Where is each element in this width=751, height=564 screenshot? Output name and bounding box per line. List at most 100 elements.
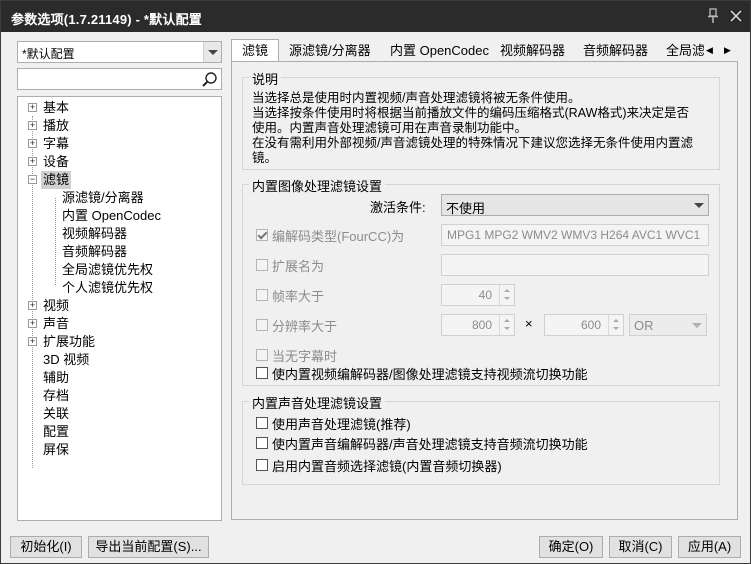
tree-item-label: 播放 — [43, 118, 70, 133]
export-config-button[interactable]: 导出当前配置(S)... — [88, 536, 209, 558]
tree-guide — [32, 116, 33, 468]
tree-item-label: 内置 OpenCodec — [62, 208, 161, 223]
framerate-label: 帧率大于 — [272, 289, 325, 304]
tree-item-label: 设备 — [43, 154, 70, 169]
search-input[interactable] — [17, 68, 222, 90]
activation-select[interactable]: 不使用 — [441, 194, 709, 216]
resolution-checkbox[interactable] — [256, 319, 268, 331]
cancel-button[interactable]: 取消(C) — [609, 536, 672, 558]
chevron-down-icon[interactable] — [690, 195, 708, 215]
tab-filters[interactable]: 滤镜 — [231, 39, 280, 62]
tab-strip: 滤镜 源滤镜/分离器 内置 OpenCodec 视频解码器 音频解码器 全局滤 … — [231, 39, 738, 62]
tab-scroll-left-icon[interactable]: ◀ — [702, 43, 717, 58]
preferences-window: 参数选项(1.7.21149) - *默认配置 *默认配置 + 基本 + 播放 … — [0, 0, 751, 564]
audio-selector-checkbox[interactable] — [256, 459, 268, 471]
tree-item-label: 声音 — [43, 316, 70, 331]
expand-icon[interactable]: + — [28, 157, 37, 166]
tab-audio-decoder[interactable]: 音频解码器 — [583, 41, 648, 61]
collapse-icon[interactable]: − — [28, 175, 37, 184]
video-stream-switch-checkbox[interactable] — [256, 367, 268, 379]
tree-item-config[interactable]: 配置 — [43, 423, 69, 441]
description-line: 当选择总是使用时内置视频/声音处理滤镜将被无条件使用。 — [252, 91, 581, 105]
tree-item-3d-video[interactable]: 3D 视频 — [43, 351, 89, 369]
tab-source-filter[interactable]: 源滤镜/分离器 — [289, 41, 371, 61]
no-subtitle-checkbox[interactable] — [256, 349, 268, 361]
expand-icon[interactable]: + — [28, 121, 37, 130]
audio-filter-group: 内置声音处理滤镜设置 使用声音处理滤镜(推荐) 使内置声音编解码器/声音处理滤镜… — [242, 393, 720, 485]
stepper-arrows-icon[interactable] — [499, 285, 514, 305]
tree-item-association[interactable]: 关联 — [43, 405, 69, 423]
video-filter-group: 内置图像处理滤镜设置 激活条件: 不使用 编解码类型(FourCC)为 MPG1… — [242, 176, 720, 386]
title-bar: 参数选项(1.7.21149) - *默认配置 — [1, 1, 750, 32]
tab-global-filter[interactable]: 全局滤 — [666, 41, 704, 61]
video-filter-title: 内置图像处理滤镜设置 — [249, 176, 386, 195]
settings-tree[interactable]: + 基本 + 播放 + 字幕 + 设备 − 滤镜 源滤镜/分离器 内置 Open… — [17, 96, 222, 521]
tree-item-label: 3D 视频 — [43, 352, 90, 367]
tree-item-label: 个人滤镜优先权 — [62, 280, 154, 295]
times-sign: × — [525, 316, 533, 331]
tree-item-opencodec[interactable]: 内置 OpenCodec — [62, 207, 161, 225]
tree-item-label: 存档 — [43, 388, 70, 403]
tree-item-video-decoder[interactable]: 视频解码器 — [62, 225, 127, 243]
ok-button[interactable]: 确定(O) — [539, 536, 603, 558]
tree-item-label: 视频解码器 — [62, 226, 128, 241]
chevron-down-icon[interactable] — [688, 315, 706, 335]
expand-icon[interactable]: + — [28, 139, 37, 148]
apply-button[interactable]: 应用(A) — [678, 536, 741, 558]
tree-item-assist[interactable]: 辅助 — [43, 369, 69, 387]
tree-item-label: 关联 — [43, 406, 70, 421]
tree-item-personal-filter-priority[interactable]: 个人滤镜优先权 — [62, 279, 153, 297]
resolution-height-value: 600 — [580, 318, 601, 332]
video-stream-switch-label: 使内置视频编解码器/图像处理滤镜支持视频流切换功能 — [272, 367, 588, 382]
expand-icon[interactable]: + — [28, 337, 37, 346]
tree-item-label: 滤镜 — [41, 171, 72, 189]
stepper-arrows-icon[interactable] — [608, 315, 623, 335]
resolution-operator-select[interactable]: OR — [629, 314, 707, 336]
profile-select[interactable]: *默认配置 — [17, 41, 222, 63]
tree-item-label: 辅助 — [43, 370, 70, 385]
chevron-down-icon[interactable] — [203, 42, 221, 62]
resolution-label: 分辨率大于 — [272, 319, 338, 334]
tree-item-label: 屏保 — [43, 442, 70, 457]
description-title: 说明 — [249, 69, 282, 88]
tree-item-source-filter[interactable]: 源滤镜/分离器 — [62, 189, 144, 207]
framerate-value: 40 — [478, 288, 492, 302]
use-audio-filter-checkbox[interactable] — [256, 417, 268, 429]
resolution-operator-value: OR — [634, 318, 654, 333]
stepper-arrows-icon[interactable] — [499, 315, 514, 335]
tab-opencodec[interactable]: 内置 OpenCodec — [390, 41, 489, 61]
initialize-button[interactable]: 初始化(I) — [10, 536, 82, 558]
pin-icon[interactable] — [706, 8, 720, 24]
fourcc-checkbox[interactable] — [256, 229, 268, 241]
framerate-stepper[interactable]: 40 — [441, 284, 515, 306]
tree-item-audio-decoder[interactable]: 音频解码器 — [62, 243, 127, 261]
audio-filter-title: 内置声音处理滤镜设置 — [249, 393, 386, 412]
audio-selector-label: 启用内置音频选择滤镜(内置音频切换器) — [272, 459, 502, 474]
tree-item-screensaver[interactable]: 屏保 — [43, 441, 69, 459]
search-icon[interactable] — [201, 71, 218, 88]
resolution-width-stepper[interactable]: 800 — [441, 314, 515, 336]
use-audio-filter-label: 使用声音处理滤镜(推荐) — [272, 417, 411, 432]
tab-video-decoder[interactable]: 视频解码器 — [500, 41, 565, 61]
description-group: 说明 当选择总是使用时内置视频/声音处理滤镜将被无条件使用。 当选择按条件使用时… — [242, 69, 720, 170]
extension-checkbox[interactable] — [256, 259, 268, 271]
expand-icon[interactable]: + — [28, 319, 37, 328]
expand-icon[interactable]: + — [28, 103, 37, 112]
tree-item-label: 全局滤镜优先权 — [62, 262, 154, 277]
tree-item-label: 源滤镜/分离器 — [62, 190, 144, 205]
framerate-checkbox[interactable] — [256, 289, 268, 301]
tab-scroll-right-icon[interactable]: ▶ — [720, 43, 735, 58]
description-text: 当选择总是使用时内置视频/声音处理滤镜将被无条件使用。 当选择按条件使用时将根据… — [252, 91, 712, 166]
extension-field[interactable] — [441, 254, 709, 276]
audio-stream-switch-checkbox[interactable] — [256, 437, 268, 449]
fourcc-field[interactable]: MPG1 MPG2 WMV2 WMV3 H264 AVC1 WVC1 — [441, 224, 709, 246]
tree-item-global-filter-priority[interactable]: 全局滤镜优先权 — [62, 261, 153, 279]
tree-item-label: 扩展功能 — [43, 334, 96, 349]
fourcc-label: 编解码类型(FourCC)为 — [272, 229, 405, 244]
resolution-height-stepper[interactable]: 600 — [544, 314, 624, 336]
tree-item-archive[interactable]: 存档 — [43, 387, 69, 405]
expand-icon[interactable]: + — [28, 301, 37, 310]
description-line: 镜。 — [252, 151, 278, 165]
close-icon[interactable] — [729, 7, 743, 23]
description-line: 当选择按条件使用时将根据当前播放文件的编码压缩格式(RAW格式)来决定是否 — [252, 106, 690, 120]
